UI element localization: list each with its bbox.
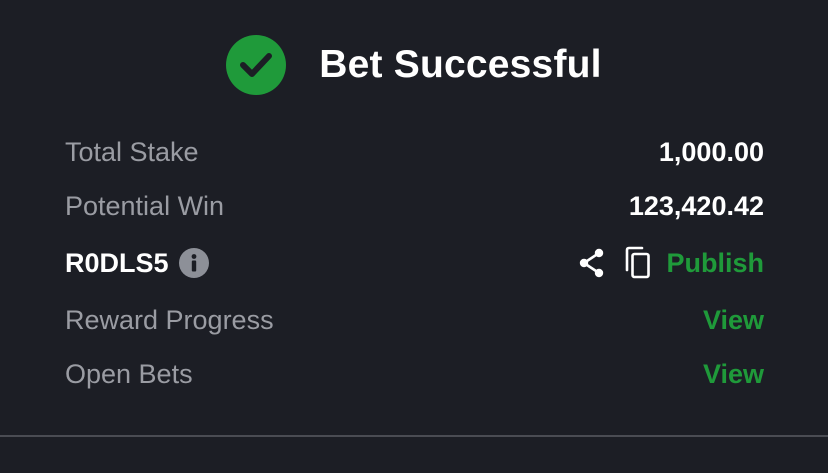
publish-button[interactable]: Publish <box>666 248 764 279</box>
reward-progress-label: Reward Progress <box>65 304 274 335</box>
open-bets-label: Open Bets <box>65 358 193 389</box>
divider <box>0 435 828 437</box>
bet-success-header: Bet Successful <box>0 34 828 96</box>
booking-actions: Publish <box>576 246 764 280</box>
reward-progress-view-link[interactable]: View <box>703 305 764 336</box>
page-title: Bet Successful <box>319 43 602 86</box>
open-bets-view-link[interactable]: View <box>703 359 764 390</box>
potential-win-value: 123,420.42 <box>628 190 764 221</box>
check-circle-icon <box>226 35 287 95</box>
booking-code-row: R0DLS5 Publish <box>65 243 764 283</box>
potential-win-label: Potential Win <box>65 190 225 221</box>
total-stake-row: Total Stake 1,000.00 <box>65 132 764 172</box>
booking-code: R0DLS5 <box>65 247 169 278</box>
open-bets-row: Open Bets View <box>65 354 764 394</box>
booking-code-group: R0DLS5 <box>65 248 209 279</box>
reward-progress-row: Reward Progress View <box>65 300 764 340</box>
total-stake-value: 1,000.00 <box>658 136 764 167</box>
potential-win-row: Potential Win 123,420.42 <box>65 186 764 226</box>
total-stake-label: Total Stake <box>65 136 199 167</box>
copy-icon[interactable] <box>622 246 654 280</box>
share-icon[interactable] <box>576 246 608 280</box>
info-icon[interactable] <box>178 248 209 278</box>
